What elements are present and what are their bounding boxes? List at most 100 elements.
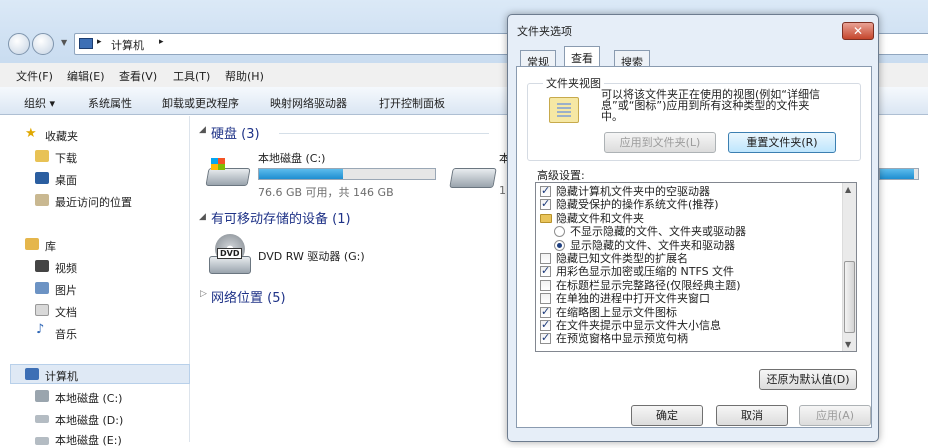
- checkbox[interactable]: [540, 305, 551, 318]
- scrollbar[interactable]: ▲ ▼: [842, 183, 856, 351]
- sidebar-item-drive-c[interactable]: 本地磁盘 (C:): [55, 390, 122, 406]
- tab-view[interactable]: 查看: [564, 46, 600, 68]
- expand-icon[interactable]: ▷: [200, 289, 207, 299]
- system-properties-button[interactable]: 系统属性: [88, 95, 132, 111]
- sidebar-item-drive-d[interactable]: 本地磁盘 (D:): [55, 412, 123, 428]
- advanced-settings-list[interactable]: 隐藏计算机文件夹中的空驱动器隐藏受保护的操作系统文件(推荐)隐藏文件和文件夹不显…: [535, 182, 857, 352]
- collapse-icon[interactable]: ◢: [199, 212, 206, 222]
- advanced-setting-label: 在标题栏显示完整路径(仅限经典主题): [556, 278, 741, 292]
- navigation-pane: ★ 收藏夹 下载 桌面 最近访问的位置 库 视频 图片 文档 ♪ 音乐 计算机 …: [0, 116, 190, 447]
- sidebar-item-documents[interactable]: 文档: [55, 304, 77, 320]
- back-button[interactable]: [8, 33, 30, 55]
- dvd-drive-name[interactable]: DVD RW 驱动器 (G:): [258, 248, 365, 264]
- advanced-setting-row[interactable]: 在标题栏显示完整路径(仅限经典主题): [536, 279, 840, 292]
- checkbox[interactable]: [540, 331, 551, 345]
- folder-views-desc-line-2: 息”或“图标”)应用到所有这种类型的文件夹: [601, 99, 810, 112]
- reset-folders-button[interactable]: 重置文件夹(R): [728, 132, 836, 153]
- computer-icon: [79, 38, 93, 49]
- advanced-setting-label: 在预览窗格中显示预览句柄: [556, 332, 688, 346]
- sidebar-item-computer[interactable]: 计算机: [45, 368, 78, 384]
- favorites-header[interactable]: 收藏夹: [45, 128, 78, 144]
- restore-defaults-button[interactable]: 还原为默认值(D): [759, 369, 857, 390]
- sidebar-item-recent[interactable]: 最近访问的位置: [55, 194, 132, 210]
- system-drive-icon: [205, 156, 251, 188]
- drive-c-usage-fill: [259, 169, 344, 179]
- advanced-setting-label: 隐藏文件和文件夹: [556, 211, 644, 225]
- advanced-setting-label: 隐藏受保护的操作系统文件(推荐): [556, 198, 719, 212]
- checkbox[interactable]: [540, 264, 551, 278]
- desktop-icon: [35, 172, 49, 184]
- map-network-drive-button[interactable]: 映射网络驱动器: [270, 95, 347, 111]
- advanced-setting-row[interactable]: 在缩略图上显示文件图标: [536, 305, 840, 319]
- drive-d-info: 1: [499, 184, 506, 197]
- drive-icon: [449, 168, 497, 188]
- group-removable[interactable]: 有可移动存储的设备 (1): [211, 208, 351, 227]
- drive-icon: [35, 437, 49, 445]
- folder-views-desc-line-3: 中。: [601, 110, 623, 123]
- radio-button[interactable]: [554, 239, 565, 251]
- menu-view[interactable]: 查看(V): [119, 68, 157, 84]
- menu-help[interactable]: 帮助(H): [225, 68, 264, 84]
- sidebar-item-downloads[interactable]: 下载: [55, 150, 77, 166]
- view-tab-panel: 文件夹视图 可以将该文件夹正在使用的视图(例如“详细信 息”或“图标”)应用到所…: [516, 66, 872, 428]
- advanced-setting-row[interactable]: 显示隐藏的文件、文件夹和驱动器: [536, 239, 840, 252]
- dvd-drive-icon: DVD: [209, 234, 253, 276]
- advanced-setting-row[interactable]: 不显示隐藏的文件、文件夹或驱动器: [536, 225, 840, 238]
- advanced-setting-label: 在单独的进程中打开文件夹窗口: [556, 292, 710, 306]
- cancel-button[interactable]: 取消: [716, 405, 788, 426]
- advanced-setting-row[interactable]: 在文件夹提示中显示文件大小信息: [536, 318, 840, 332]
- system-drive-icon: [35, 390, 49, 402]
- dialog-title: 文件夹选项: [517, 25, 572, 38]
- checkbox[interactable]: [540, 253, 551, 264]
- forward-button[interactable]: [32, 33, 54, 55]
- advanced-setting-row[interactable]: 隐藏受保护的操作系统文件(推荐): [536, 197, 840, 212]
- organize-button[interactable]: 组织 ▾: [24, 95, 55, 111]
- checkbox[interactable]: [540, 318, 551, 331]
- apply-to-folders-button[interactable]: 应用到文件夹(L): [604, 132, 716, 153]
- advanced-setting-row[interactable]: 在单独的进程中打开文件夹窗口: [536, 292, 840, 305]
- advanced-setting-label: 在缩略图上显示文件图标: [556, 305, 677, 319]
- close-button[interactable]: ✕: [842, 22, 874, 40]
- scroll-down-icon[interactable]: ▼: [845, 340, 851, 349]
- menu-tools[interactable]: 工具(T): [173, 68, 210, 84]
- libraries-header[interactable]: 库: [45, 238, 56, 254]
- checkbox[interactable]: [540, 197, 551, 211]
- recent-places-icon: [35, 194, 49, 206]
- sidebar-item-music[interactable]: 音乐: [55, 326, 77, 342]
- advanced-setting-row[interactable]: 隐藏已知文件类型的扩展名: [536, 252, 840, 265]
- sidebar-item-desktop[interactable]: 桌面: [55, 172, 77, 188]
- group-hard-disks[interactable]: 硬盘 (3): [211, 123, 260, 142]
- breadcrumb-chevron-icon: ▸: [97, 37, 102, 47]
- advanced-setting-row[interactable]: 用彩色显示加密或压缩的 NTFS 文件: [536, 264, 840, 278]
- checkbox[interactable]: [540, 184, 551, 197]
- drive-c-info: 76.6 GB 可用，共 146 GB: [258, 186, 394, 199]
- menu-edit[interactable]: 编辑(E): [67, 68, 105, 84]
- drive-c-name[interactable]: 本地磁盘 (C:): [258, 150, 325, 166]
- radio-button[interactable]: [554, 226, 565, 238]
- checkbox[interactable]: [540, 293, 551, 305]
- sidebar-item-drive-e[interactable]: 本地磁盘 (E:): [55, 432, 122, 448]
- ok-button[interactable]: 确定: [631, 405, 703, 426]
- recent-pages-dropdown-icon[interactable]: ▼: [61, 38, 67, 47]
- pictures-icon: [35, 282, 49, 294]
- advanced-setting-row[interactable]: 隐藏计算机文件夹中的空驱动器: [536, 184, 840, 198]
- open-control-panel-button[interactable]: 打开控制面板: [379, 95, 445, 111]
- collapse-icon[interactable]: ◢: [199, 125, 206, 135]
- scroll-up-icon[interactable]: ▲: [845, 185, 851, 194]
- checkbox[interactable]: [540, 279, 551, 291]
- advanced-setting-row[interactable]: 在预览窗格中显示预览句柄: [536, 331, 840, 346]
- advanced-setting-row[interactable]: 隐藏文件和文件夹: [536, 212, 840, 225]
- apply-button[interactable]: 应用(A): [799, 405, 871, 426]
- menu-file[interactable]: 文件(F): [16, 68, 53, 84]
- music-icon: ♪: [36, 322, 45, 337]
- dvd-badge: DVD: [217, 248, 243, 259]
- breadcrumb-computer[interactable]: 计算机: [111, 37, 144, 53]
- sidebar-item-pictures[interactable]: 图片: [55, 282, 77, 298]
- scroll-thumb[interactable]: [844, 261, 855, 333]
- windows-logo-icon: [211, 158, 225, 170]
- download-icon: [35, 150, 49, 162]
- folder-views-legend: 文件夹视图: [543, 75, 604, 91]
- sidebar-item-videos[interactable]: 视频: [55, 260, 77, 276]
- uninstall-program-button[interactable]: 卸载或更改程序: [162, 95, 239, 111]
- group-network[interactable]: 网络位置 (5): [211, 287, 286, 306]
